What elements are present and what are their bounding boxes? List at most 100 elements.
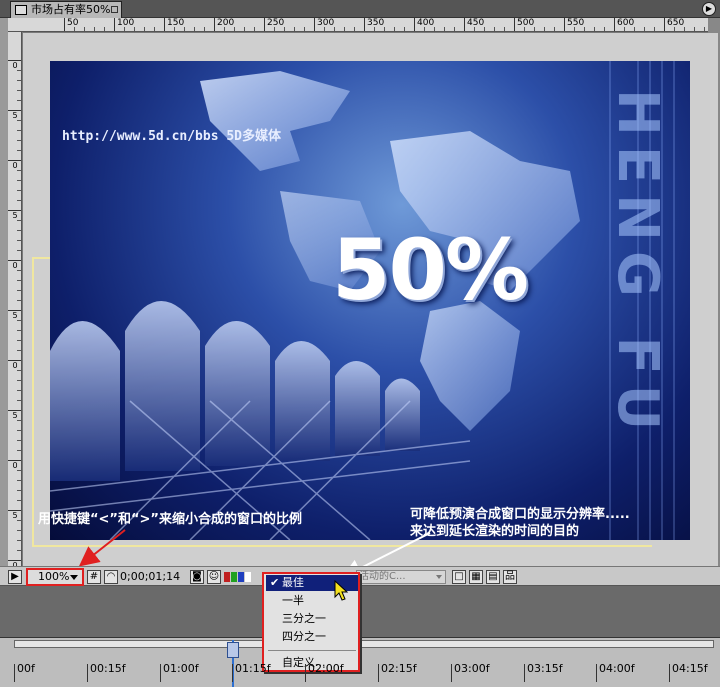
timeline-tick-label: 00:15f [87,663,126,682]
ruler-minor-tick [17,220,21,221]
magnification-dropdown[interactable]: 100% [26,568,84,586]
ruler-minor-tick [634,27,635,31]
watermark-url-text: http://www.5d.cn/bbs 5D多媒体 [62,129,282,144]
checkmark-icon: ✔ [270,576,280,589]
ruler-minor-tick [174,27,175,31]
ruler-minor-tick [354,27,355,31]
tab-lock-icon[interactable] [111,6,118,13]
blue-channel-swatch[interactable] [238,572,244,582]
ruler-minor-tick [474,27,475,31]
panel-tab-bar: 市场占有率50% ▶ [0,0,720,18]
ruler-minor-tick [17,380,21,381]
ruler-minor-tick [17,540,21,541]
timeline-tick-label: 01:00f [160,663,199,682]
ruler-minor-tick [234,27,235,31]
ruler-minor-tick [17,550,21,551]
ruler-left-tick: 0 [8,360,21,370]
composition-window: 市场占有率50% ▶ 50 100 150 200 250 300 350 400 450 500… [0,0,720,687]
composition-canvas[interactable]: http://www.5d.cn/bbs 5D多媒体 HENG FU 50% [50,61,690,540]
ruler-minor-tick [17,440,21,441]
resolution-option-quarter[interactable]: 四分之一 [266,629,358,645]
flowchart-icon[interactable]: 品 [503,570,517,584]
chevron-down-icon [436,575,442,579]
ruler-minor-tick [17,390,21,391]
panel-menu-icon[interactable]: ▶ [702,2,716,16]
ruler-minor-tick [17,290,21,291]
safe-frame-outline [32,257,52,547]
region-of-interest-icon[interactable]: □ [452,570,466,584]
grid-icon[interactable]: # [87,570,101,584]
timeline-icon[interactable]: ▤ [486,570,500,584]
ruler-minor-tick [124,27,125,31]
ruler-minor-tick [284,27,285,31]
ruler-minor-tick [17,90,21,91]
ruler-minor-tick [624,27,625,31]
timeline-tick-label: 03:15f [524,663,563,682]
composition-toolbar: ▶ 100% # ◠ 0;00;01;14 ◙ ☺ 活动的C... □ ▦ ▤ … [0,566,720,586]
snapshot-camera-icon[interactable]: ◙ [190,570,204,584]
composition-icon [15,5,27,15]
ruler-minor-tick [74,27,75,31]
ruler-minor-tick [484,27,485,31]
ruler-minor-tick [94,27,95,31]
ruler-minor-tick [254,27,255,31]
timeline-tick-label: 04:00f [596,663,635,682]
ruler-left-tick: 5 [8,210,21,220]
vertical-brand-text: HENG FU [605,89,670,441]
ruler-left-tick: 5 [8,110,21,120]
ruler-minor-tick [17,490,21,491]
timeline-tick-label: 01:15f [232,663,271,682]
ruler-minor-tick [304,27,305,31]
work-area-bar[interactable] [14,640,714,648]
ruler-left-tick: 5 [8,410,21,420]
ruler-minor-tick [434,27,435,31]
ruler-minor-tick [17,300,21,301]
ruler-minor-tick [384,27,385,31]
vertical-ruler: 050505050505 [8,32,22,566]
active-camera-select[interactable]: 活动的C... [356,570,446,584]
timeline-tick-label: 02:00f [305,663,344,682]
mask-view-icon[interactable]: ◠ [104,570,118,584]
show-snapshot-icon[interactable]: ☺ [207,570,221,584]
ruler-minor-tick [17,250,21,251]
transparency-grid-icon[interactable]: ▦ [469,570,483,584]
ruler-minor-tick [244,27,245,31]
ruler-minor-tick [594,27,595,31]
current-timecode[interactable]: 0;00;01;14 [120,570,180,584]
ruler-minor-tick [84,27,85,31]
ruler-minor-tick [694,27,695,31]
timeline-tick-label: 03:00f [451,663,490,682]
ruler-minor-tick [444,27,445,31]
ruler-minor-tick [144,27,145,31]
ruler-minor-tick [684,27,685,31]
ruler-minor-tick [574,27,575,31]
ruler-minor-tick [17,120,21,121]
ruler-left-tick: 5 [8,510,21,520]
alpha-channel-swatch[interactable] [245,572,251,582]
ruler-minor-tick [17,420,21,421]
ruler-minor-tick [404,27,405,31]
ruler-minor-tick [584,27,585,31]
ruler-minor-tick [704,27,705,31]
green-channel-swatch[interactable] [231,572,237,582]
composition-tab[interactable]: 市场占有率50% [10,1,122,18]
ruler-minor-tick [17,320,21,321]
ruler-minor-tick [17,180,21,181]
ruler-minor-tick [674,27,675,31]
ruler-minor-tick [604,27,605,31]
red-channel-swatch[interactable] [224,572,230,582]
ruler-left-tick: 0 [8,60,21,70]
ruler-minor-tick [17,480,21,481]
current-time-indicator-head[interactable] [227,642,239,658]
active-camera-label: 活动的C... [359,571,406,582]
mouse-pointer-icon [334,580,348,601]
ruler-minor-tick [17,190,21,191]
ruler-minor-tick [17,450,21,451]
ruler-minor-tick [544,27,545,31]
ruler-minor-tick [17,80,21,81]
market-share-percent-text: 50% [332,221,529,319]
map-continent-north [200,71,350,171]
always-preview-icon[interactable]: ▶ [8,570,22,584]
ruler-minor-tick [224,27,225,31]
resolution-option-third[interactable]: 三分之一 [266,611,358,627]
